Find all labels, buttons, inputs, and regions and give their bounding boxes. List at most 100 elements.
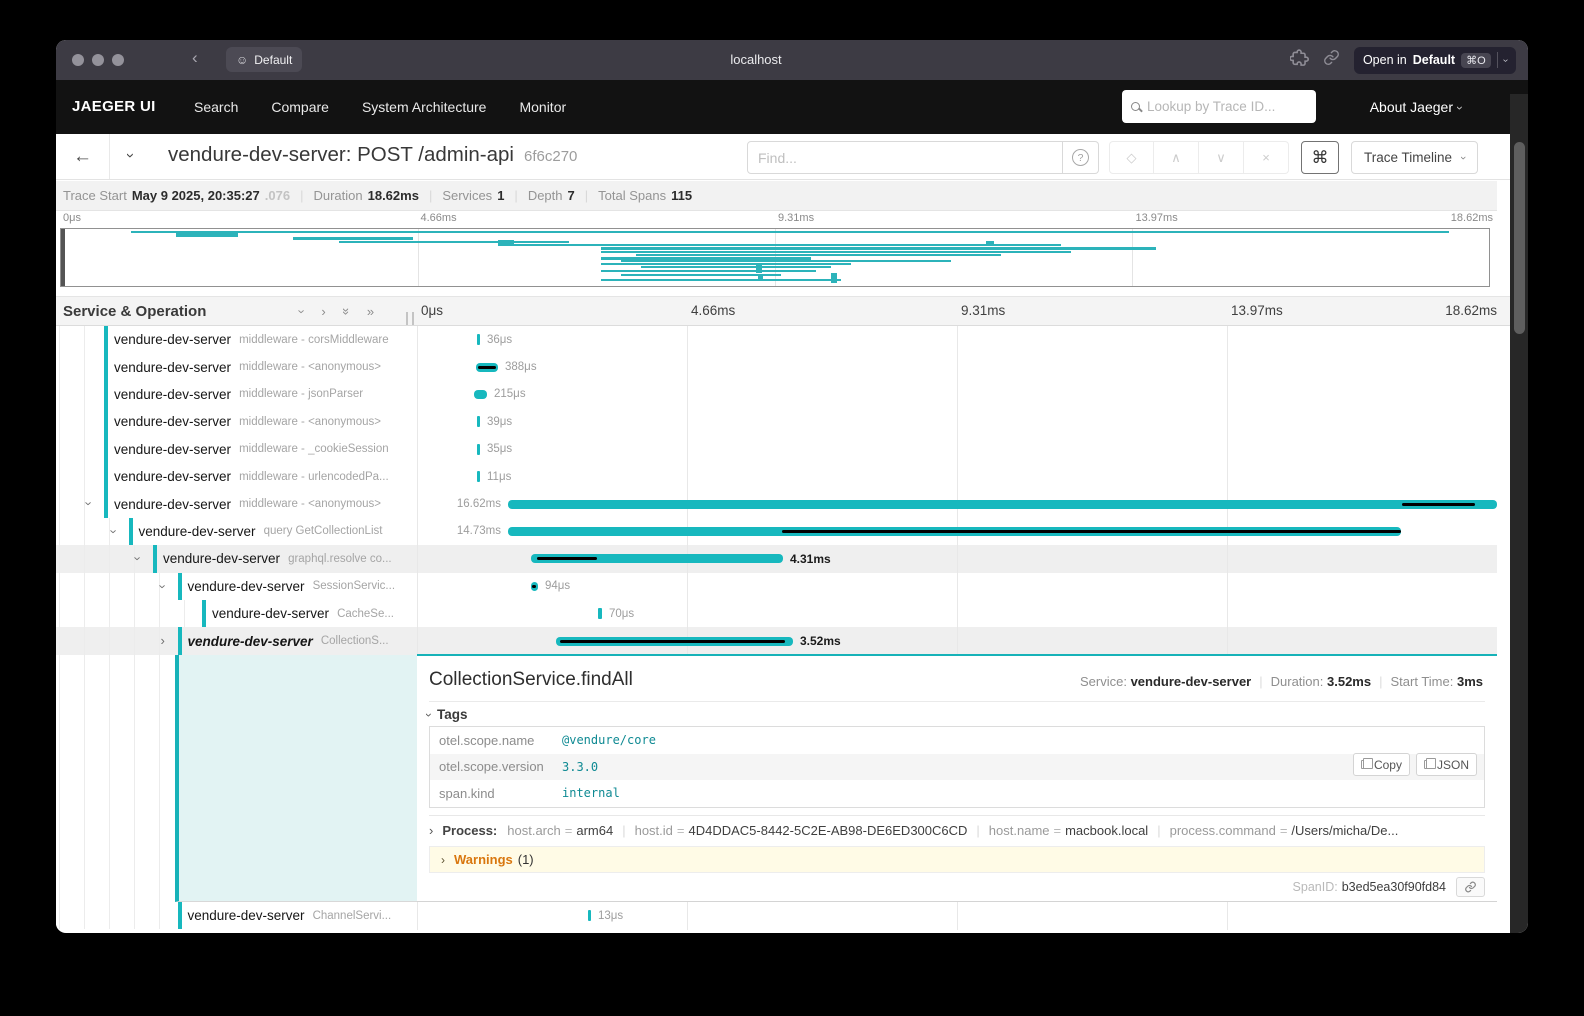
chevron-down-icon[interactable]: ›	[1500, 58, 1511, 61]
jaeger-navbar: JAEGER UI Search Compare System Architectu…	[56, 80, 1528, 134]
trace-minimap[interactable]	[60, 228, 1490, 287]
extensions-puzzle-icon[interactable]	[1290, 49, 1309, 72]
jaeger-logo[interactable]: JAEGER UI	[72, 98, 156, 115]
service-name: vendure-dev-server	[163, 551, 280, 566]
column-resizer-handle[interactable]	[406, 312, 414, 325]
ruler-tick: 4.66ms	[421, 212, 457, 224]
span-name-cell[interactable]: vendure-dev-servermiddleware - urlencode…	[56, 463, 417, 490]
match-icon[interactable]: ◇	[1109, 141, 1154, 174]
nav-item-compare[interactable]: Compare	[271, 99, 329, 115]
span-name-cell[interactable]: vendure-dev-servermiddleware - <anonymou…	[56, 353, 417, 380]
span-duration-bar[interactable]	[531, 554, 783, 563]
next-match-icon[interactable]: ∨	[1199, 141, 1244, 174]
collapse-trace-chevron-icon[interactable]: ›	[122, 153, 139, 158]
tags-section-toggle[interactable]: ›Tags	[427, 707, 468, 722]
span-row[interactable]: vendure-dev-servermiddleware - jsonParse…	[56, 381, 1497, 408]
process-value: 4D4DDAC5-8442-5C2E-AB98-DE6ED300C6CD	[689, 823, 968, 838]
span-name-cell[interactable]: vendure-dev-servermiddleware - jsonParse…	[56, 381, 417, 408]
trace-lookup-input[interactable]: Lookup by Trace ID...	[1122, 90, 1316, 123]
span-duration-bar[interactable]	[588, 910, 591, 921]
span-duration-bar[interactable]	[477, 471, 480, 482]
expand-all-icon[interactable]: »	[367, 304, 374, 319]
span-duration-bar[interactable]	[508, 500, 1497, 509]
collapse-one-icon[interactable]: ›	[295, 309, 310, 313]
span-row[interactable]: vendure-dev-servermiddleware - corsMiddl…	[56, 326, 1497, 353]
find-input[interactable]	[747, 141, 1063, 174]
ruler-tick: 9.31ms	[778, 212, 814, 224]
span-duration-bar[interactable]	[477, 416, 480, 427]
minimap-span-line	[131, 231, 1449, 233]
span-row[interactable]: ›vendure-dev-serverquery GetCollectionLi…	[56, 518, 1497, 545]
span-duration-bar[interactable]	[556, 637, 793, 646]
service-name: vendure-dev-server	[139, 524, 256, 539]
span-row[interactable]: ›vendure-dev-servergraphql.resolve co...…	[56, 545, 1497, 572]
minimap-span-line	[621, 274, 781, 276]
nav-menu: Search Compare System Architecture Monitor	[194, 99, 566, 115]
service-name: vendure-dev-server	[188, 634, 313, 649]
span-name-cell[interactable]: ›vendure-dev-servermiddleware - <anonymo…	[56, 490, 417, 517]
about-jaeger-menu[interactable]: About Jaeger›	[1370, 99, 1462, 115]
span-name-cell[interactable]: vendure-dev-servermiddleware - _cookieSe…	[56, 436, 417, 463]
span-duration-bar[interactable]	[531, 582, 538, 591]
collapse-chevron-icon[interactable]: ›	[155, 584, 170, 588]
browser-back-icon[interactable]: ‹	[192, 48, 198, 68]
find-help-button[interactable]: ?	[1063, 141, 1099, 174]
collapse-all-icon[interactable]: »	[339, 308, 354, 315]
span-row[interactable]: vendure-dev-servermiddleware - <anonymou…	[56, 353, 1497, 380]
span-row[interactable]: vendure-dev-servermiddleware - _cookieSe…	[56, 436, 1497, 463]
copy-button[interactable]: Copy	[1353, 753, 1410, 776]
span-name-cell[interactable]: vendure-dev-servermiddleware - <anonymou…	[56, 408, 417, 435]
warnings-section-toggle[interactable]: › Warnings (1)	[429, 846, 1485, 873]
span-name-cell[interactable]: › vendure-dev-serverSessionServic...	[56, 573, 417, 600]
span-duration-bar[interactable]	[474, 390, 487, 399]
nav-item-search[interactable]: Search	[194, 99, 238, 115]
span-duration-bar[interactable]	[508, 527, 1401, 536]
collapse-chevron-icon[interactable]: ›	[131, 557, 146, 561]
prev-match-icon[interactable]: ∧	[1154, 141, 1199, 174]
span-duration-bar[interactable]	[476, 363, 498, 372]
view-selector-dropdown[interactable]: Trace Timeline›	[1351, 141, 1478, 174]
json-button[interactable]: JSON	[1416, 753, 1477, 776]
deep-link-button[interactable]	[1456, 877, 1485, 897]
back-button[interactable]: ←	[56, 134, 110, 179]
ruler-tick: 13.97ms	[1136, 212, 1178, 224]
span-row[interactable]: ›vendure-dev-serverCollectionS...3.52ms	[56, 627, 1497, 654]
span-name-cell[interactable]: ›vendure-dev-servergraphql.resolve co...	[56, 545, 417, 572]
open-in-default-button[interactable]: Open in Default ⌘O ›	[1354, 47, 1516, 74]
span-duration-bar[interactable]	[477, 334, 480, 345]
span-duration-bar[interactable]	[598, 608, 602, 619]
span-row[interactable]: ›vendure-dev-servermiddleware - <anonymo…	[56, 490, 1497, 517]
span-row[interactable]: vendure-dev-servermiddleware - urlencode…	[56, 463, 1497, 490]
selected-span-column[interactable]	[175, 655, 417, 902]
minimap-drag-handle[interactable]	[61, 229, 65, 286]
span-name: vendure-dev-serverSessionServic...	[188, 573, 396, 600]
expand-chevron-icon[interactable]: ›	[161, 633, 165, 648]
span-row[interactable]: vendure-dev-servermiddleware - <anonymou…	[56, 408, 1497, 435]
span-duration-bar[interactable]	[477, 444, 480, 455]
process-section-toggle[interactable]: › Process: host.arch=arm64|host.id=4D4DD…	[429, 815, 1485, 845]
collapse-chevron-icon[interactable]: ›	[82, 502, 97, 506]
span-row[interactable]: vendure-dev-serverChannelServi...13μs	[56, 902, 1497, 929]
span-name-cell[interactable]: vendure-dev-serverChannelServi...	[56, 902, 417, 929]
span-row[interactable]: vendure-dev-serverCacheSe...70μs	[56, 600, 1497, 627]
span-name-cell[interactable]: vendure-dev-serverCacheSe...	[56, 600, 417, 627]
span-row[interactable]: ›vendure-dev-serverSessionServic...94μs	[56, 573, 1497, 600]
browser-tab[interactable]: ☺ Default	[226, 47, 302, 72]
window-minimize-button[interactable]	[92, 54, 104, 66]
page-scrollbar	[1510, 94, 1528, 933]
window-zoom-button[interactable]	[112, 54, 124, 66]
span-name-cell[interactable]: vendure-dev-servermiddleware - corsMiddl…	[56, 326, 417, 353]
nav-item-system-architecture[interactable]: System Architecture	[362, 99, 487, 115]
span-name-cell[interactable]: ›vendure-dev-serverquery GetCollectionLi…	[56, 518, 417, 545]
scrollbar-thumb[interactable]	[1514, 142, 1525, 334]
copy-link-icon[interactable]	[1322, 49, 1341, 71]
window-close-button[interactable]	[72, 54, 84, 66]
open-in-app: Default	[1413, 53, 1455, 67]
clear-find-icon[interactable]: ×	[1244, 141, 1289, 174]
expand-one-icon[interactable]: ›	[321, 304, 325, 319]
copy-icon	[1361, 760, 1369, 769]
collapse-chevron-icon[interactable]: ›	[106, 529, 121, 533]
nav-item-monitor[interactable]: Monitor	[519, 99, 566, 115]
span-name-cell[interactable]: ›vendure-dev-serverCollectionS...	[56, 627, 417, 654]
keyboard-shortcuts-button[interactable]: ⌘	[1301, 141, 1339, 174]
